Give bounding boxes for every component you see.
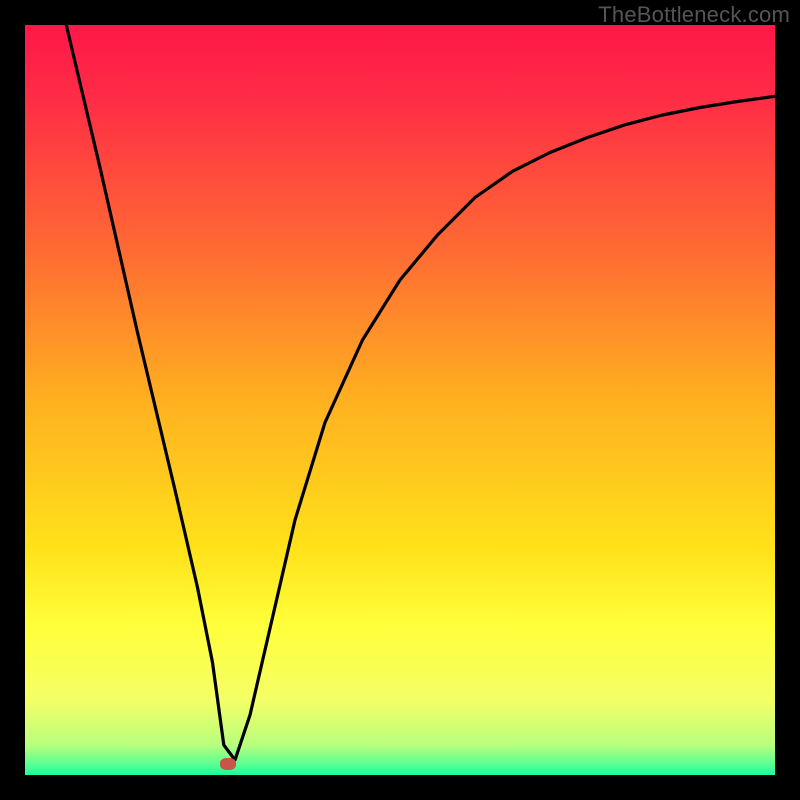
- chart-stage: TheBottleneck.com: [0, 0, 800, 800]
- optimum-marker: [220, 758, 236, 770]
- plot-area: [25, 25, 775, 775]
- bottleneck-curve: [25, 25, 775, 775]
- watermark-text: TheBottleneck.com: [598, 2, 790, 28]
